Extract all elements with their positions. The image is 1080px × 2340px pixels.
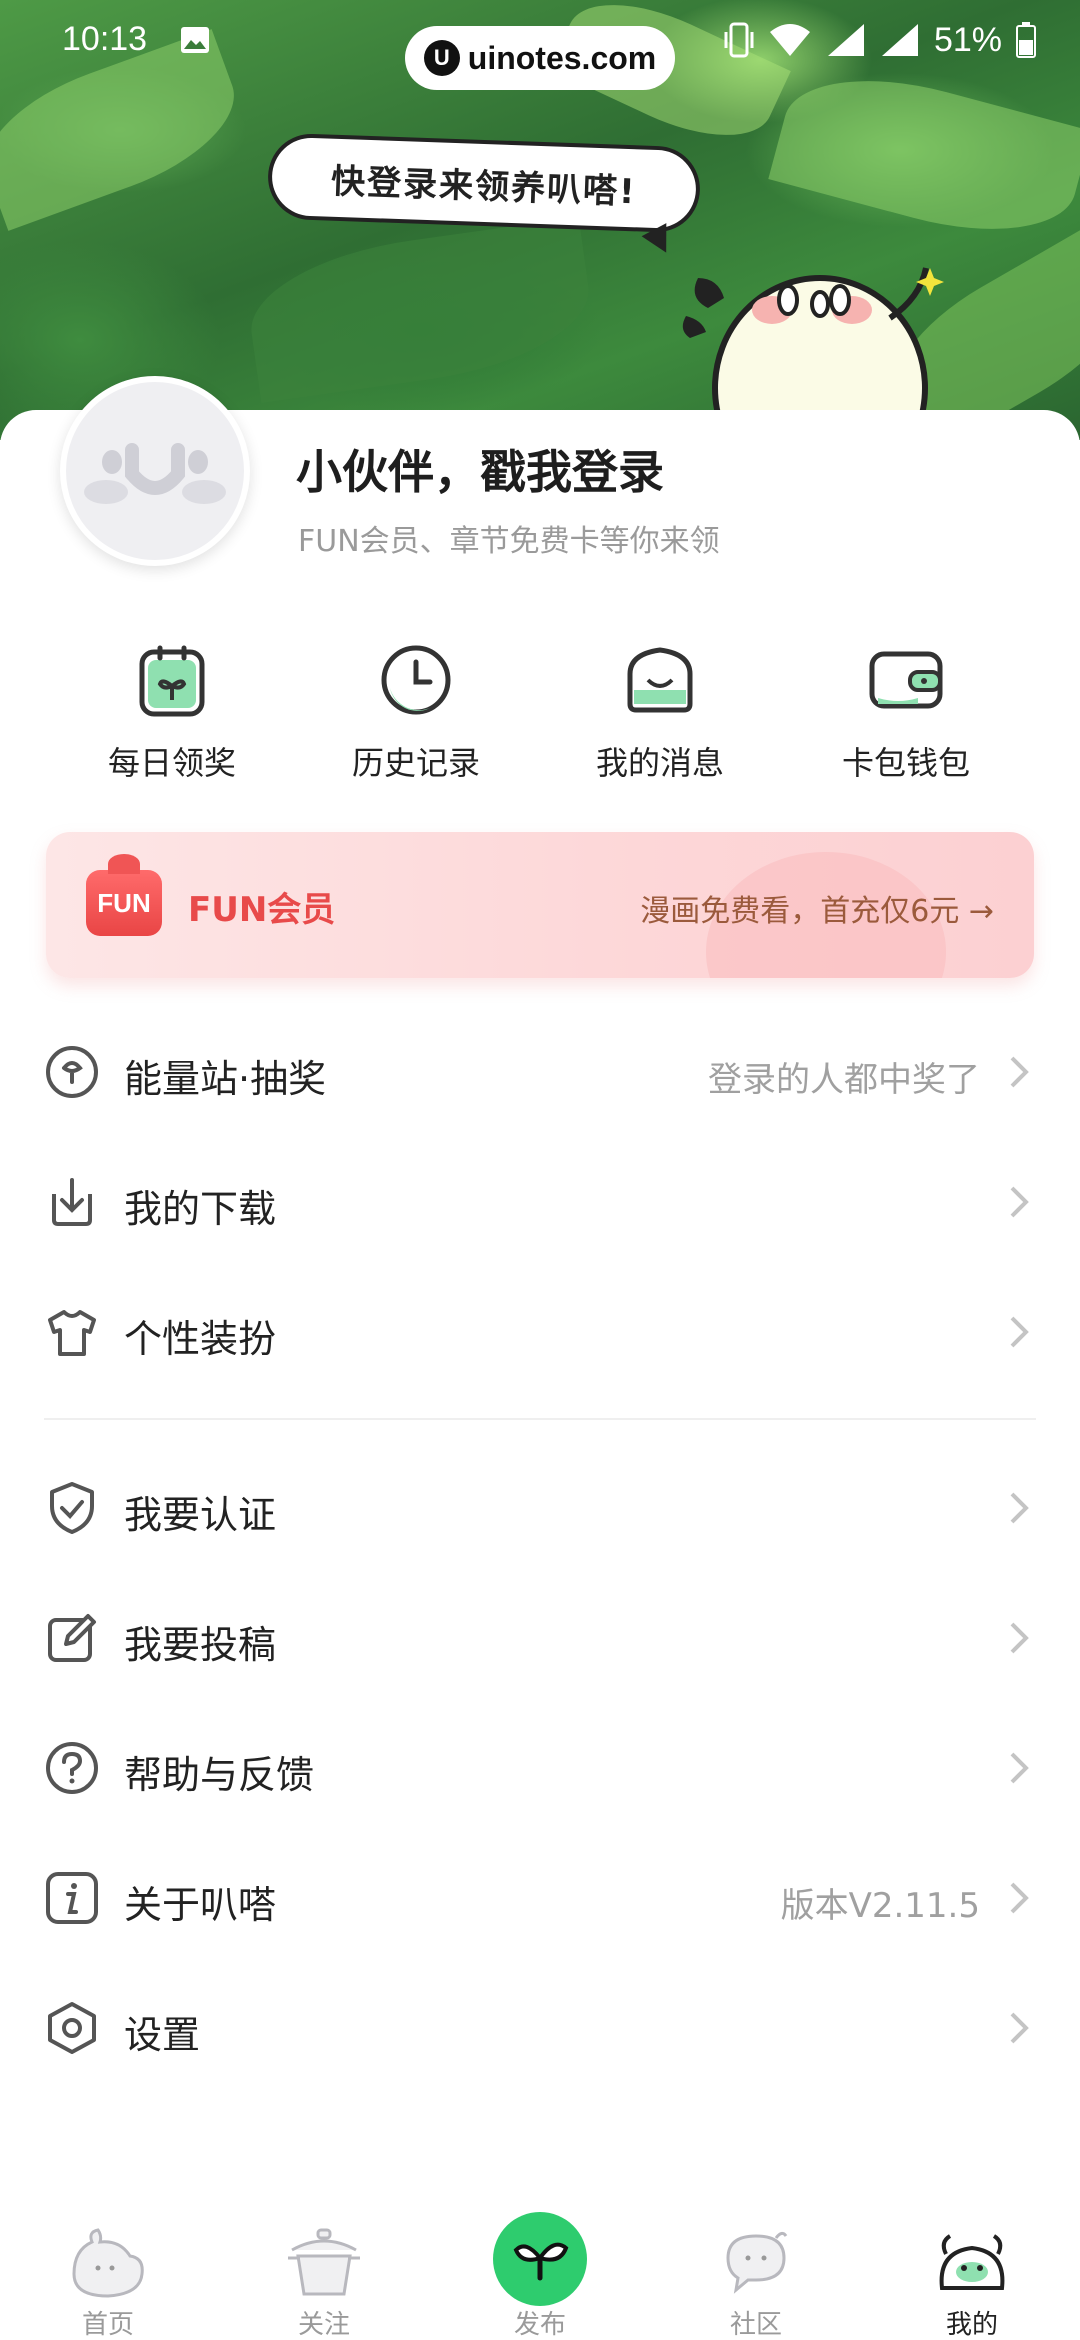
fun-member-banner[interactable]: FUN FUN会员 漫画免费看，首充仅6元 → bbox=[46, 832, 1034, 978]
menu-item-dressup[interactable]: 个性装扮 bbox=[0, 1276, 1080, 1386]
menu-item-label: 个性装扮 bbox=[124, 1317, 277, 1361]
menu-item-help[interactable]: 帮助与反馈 bbox=[0, 1712, 1080, 1822]
home-icon bbox=[72, 2228, 144, 2298]
edit-icon bbox=[48, 1614, 96, 1662]
menu-item-verification[interactable]: 我要认证 bbox=[0, 1452, 1080, 1562]
tshirt-icon bbox=[48, 1310, 96, 1356]
battery-percent: 51% bbox=[933, 20, 1002, 59]
nav-tab-publish[interactable]: 发布 bbox=[432, 2200, 648, 2340]
fun-badge-icon: FUN bbox=[86, 854, 162, 936]
follow-icon bbox=[288, 2228, 360, 2296]
nav-tab-home[interactable]: 首页 bbox=[0, 2200, 216, 2340]
nav-label: 关注 bbox=[297, 2310, 350, 2340]
nav-tab-profile[interactable]: 我的 bbox=[864, 2200, 1080, 2340]
quick-action-label: 每日领奖 bbox=[107, 744, 236, 782]
chevron-right-icon bbox=[1010, 1056, 1029, 1088]
menu-item-value: 登录的人都中奖了 bbox=[708, 1060, 980, 1100]
vibrate-icon bbox=[724, 22, 754, 58]
quick-action-messages[interactable]: 我的消息 bbox=[560, 640, 760, 784]
menu-item-settings[interactable]: 设置 bbox=[0, 1972, 1080, 2082]
speech-bubble[interactable]: 快登录来领养叭嗒! bbox=[266, 132, 702, 234]
watermark-badge: U uinotes.com bbox=[405, 26, 675, 90]
chevron-right-icon bbox=[1010, 2012, 1029, 2044]
nav-label: 社区 bbox=[729, 2310, 782, 2340]
quick-action-label: 历史记录 bbox=[351, 744, 480, 782]
battery-icon bbox=[1016, 22, 1036, 58]
nav-label: 首页 bbox=[81, 2310, 134, 2340]
community-icon bbox=[726, 2231, 788, 2294]
leaf-decoration bbox=[241, 217, 599, 403]
status-time: 10:13 bbox=[62, 20, 148, 58]
menu-item-value: 版本V2.11.5 bbox=[780, 1886, 980, 1926]
menu-item-label: 我要投稿 bbox=[124, 1623, 277, 1667]
settings-icon bbox=[48, 2002, 96, 2054]
quick-actions-row: 每日领奖 历史记录 我的消息 卡包钱包 bbox=[0, 640, 1080, 790]
profile-icon bbox=[939, 2234, 1005, 2290]
menu-item-submit[interactable]: 我要投稿 bbox=[0, 1582, 1080, 1692]
signal-icon-2 bbox=[881, 24, 918, 56]
message-icon bbox=[627, 647, 693, 713]
info-icon bbox=[46, 1872, 98, 1924]
chevron-right-icon bbox=[1010, 1752, 1029, 1784]
shield-check-icon bbox=[50, 1482, 94, 1534]
quick-action-wallet[interactable]: 卡包钱包 bbox=[806, 640, 1006, 784]
fun-member-promo: 漫画免费看，首充仅6元 → bbox=[640, 894, 994, 929]
login-prompt-subtitle: FUN会员、章节免费卡等你来领 bbox=[298, 524, 720, 559]
signal-icon bbox=[827, 24, 864, 56]
chevron-right-icon bbox=[1010, 1186, 1029, 1218]
header-banner: 10:13 51% U uinotes.com 快登录来领养叭嗒! bbox=[0, 0, 1080, 440]
chevron-right-icon bbox=[1010, 1622, 1029, 1654]
avatar[interactable] bbox=[60, 376, 250, 566]
nav-tab-follow[interactable]: 关注 bbox=[216, 2200, 432, 2340]
bottom-navigation: 首页 关注 发布 社区 我的 bbox=[0, 2200, 1080, 2340]
menu-divider bbox=[44, 1418, 1036, 1420]
menu-item-lottery[interactable]: 能量站·抽奖 登录的人都中奖了 bbox=[0, 1016, 1080, 1126]
default-avatar-face-icon bbox=[84, 443, 226, 504]
chevron-right-icon bbox=[1010, 1492, 1029, 1524]
lottery-icon bbox=[46, 1046, 98, 1098]
login-prompt-title[interactable]: 小伙伴，戳我登录 bbox=[296, 436, 664, 502]
wifi-icon bbox=[769, 24, 810, 56]
menu-item-label: 能量站·抽奖 bbox=[124, 1057, 327, 1101]
menu-item-label: 我要认证 bbox=[124, 1493, 277, 1537]
watermark-logo-icon: U bbox=[423, 40, 460, 76]
download-icon bbox=[52, 1178, 92, 1226]
publish-icon bbox=[513, 2242, 569, 2281]
quick-action-history[interactable]: 历史记录 bbox=[316, 640, 516, 784]
fun-member-title: FUN会员 bbox=[188, 890, 336, 930]
wallet-icon bbox=[869, 651, 943, 709]
menu-item-label: 帮助与反馈 bbox=[124, 1753, 315, 1797]
menu-item-label: 关于叭嗒 bbox=[124, 1883, 277, 1927]
nav-label: 发布 bbox=[513, 2310, 566, 2340]
quick-action-label: 卡包钱包 bbox=[841, 744, 970, 782]
nav-tab-community[interactable]: 社区 bbox=[648, 2200, 864, 2340]
status-right: 51% bbox=[724, 20, 1036, 60]
nav-label: 我的 bbox=[945, 2310, 998, 2340]
watermark-text: uinotes.com bbox=[467, 39, 657, 76]
chevron-right-icon bbox=[1010, 1316, 1029, 1348]
menu-item-label: 我的下载 bbox=[124, 1187, 277, 1231]
daily-reward-icon bbox=[139, 645, 205, 717]
quick-action-daily-reward[interactable]: 每日领奖 bbox=[72, 640, 272, 784]
help-icon bbox=[46, 1742, 98, 1794]
quick-action-label: 我的消息 bbox=[595, 744, 724, 782]
menu-item-downloads[interactable]: 我的下载 bbox=[0, 1146, 1080, 1256]
image-notification-icon bbox=[181, 27, 209, 53]
menu-item-label: 设置 bbox=[124, 2013, 201, 2057]
chevron-right-icon bbox=[1010, 1882, 1029, 1914]
menu-item-about[interactable]: 关于叭嗒 版本V2.11.5 bbox=[0, 1842, 1080, 1952]
history-icon bbox=[381, 645, 451, 715]
